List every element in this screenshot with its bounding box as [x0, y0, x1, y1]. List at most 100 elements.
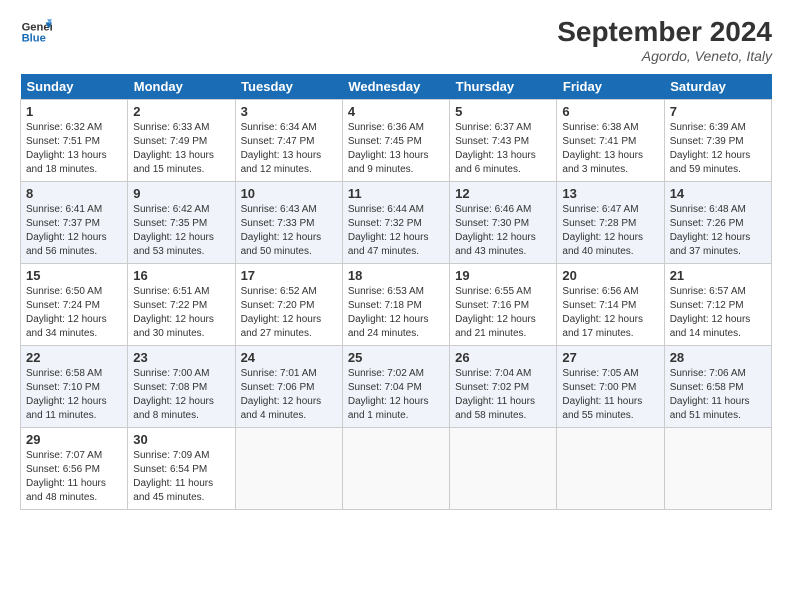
- calendar-cell: 6Sunrise: 6:38 AMSunset: 7:41 PMDaylight…: [557, 100, 664, 182]
- day-info: Sunrise: 7:04 AMSunset: 7:02 PMDaylight:…: [455, 367, 551, 423]
- calendar-cell: 16 Sunrise: 6:51 AMSunset: 7:22 PMDayligh…: [128, 264, 235, 346]
- location-subtitle: Agordo, Veneto, Italy: [557, 48, 772, 64]
- calendar-cell: 4 Sunrise: 6:36 AMSunset: 7:45 PMDaylight…: [342, 100, 449, 182]
- day-number: 23: [133, 350, 229, 365]
- col-tuesday: Tuesday: [235, 74, 342, 100]
- calendar-cell: 8Sunrise: 6:41 AMSunset: 7:37 PMDaylight…: [21, 182, 128, 264]
- calendar-cell: 17Sunrise: 6:52 AMSunset: 7:20 PMDayligh…: [235, 264, 342, 346]
- day-number: 16: [133, 268, 229, 283]
- day-number: 8: [26, 186, 122, 201]
- calendar-cell: [450, 428, 557, 510]
- day-info: Sunrise: 7:05 AMSunset: 7:00 PMDaylight:…: [562, 367, 658, 423]
- calendar-cell: [342, 428, 449, 510]
- calendar-week-4: 22 Sunrise: 6:58 AMSunset: 7:10 PMDayligh…: [21, 346, 772, 428]
- day-number: 17: [241, 268, 337, 283]
- calendar-cell: 25 Sunrise: 7:02 AMSunset: 7:04 PMDayligh…: [342, 346, 449, 428]
- calendar-cell: 18Sunrise: 6:53 AMSunset: 7:18 PMDayligh…: [342, 264, 449, 346]
- col-monday: Monday: [128, 74, 235, 100]
- page-container: General Blue September 2024 Agordo, Vene…: [0, 0, 792, 522]
- calendar-cell: [557, 428, 664, 510]
- calendar-cell: 3 Sunrise: 6:34 AMSunset: 7:47 PMDaylight…: [235, 100, 342, 182]
- day-number: 19: [455, 268, 551, 283]
- day-number: 22: [26, 350, 122, 365]
- calendar-cell: 13 Sunrise: 6:47 AMSunset: 7:28 PMDayligh…: [557, 182, 664, 264]
- day-number: 25: [348, 350, 444, 365]
- header: General Blue September 2024 Agordo, Vene…: [20, 16, 772, 64]
- day-number: 10: [241, 186, 337, 201]
- day-info: Sunrise: 6:43 AMSunset: 7:33 PMDaylight:…: [241, 203, 337, 259]
- logo-icon: General Blue: [20, 16, 52, 48]
- day-info: Sunrise: 7:01 AMSunset: 7:06 PMDaylight:…: [241, 367, 337, 423]
- day-number: 4: [348, 104, 444, 119]
- day-number: 27: [562, 350, 658, 365]
- calendar-cell: 23Sunrise: 7:00 AMSunset: 7:08 PMDayligh…: [128, 346, 235, 428]
- calendar-cell: 11 Sunrise: 6:44 AMSunset: 7:32 PMDayligh…: [342, 182, 449, 264]
- calendar-cell: 15 Sunrise: 6:50 AMSunset: 7:24 PMDayligh…: [21, 264, 128, 346]
- day-number: 6: [562, 104, 658, 119]
- day-info: Sunrise: 6:58 AMSunset: 7:10 PMDaylight:…: [26, 367, 122, 423]
- day-info: Sunrise: 6:51 AMSunset: 7:22 PMDaylight:…: [133, 285, 229, 341]
- calendar-cell: 19 Sunrise: 6:55 AMSunset: 7:16 PMDayligh…: [450, 264, 557, 346]
- calendar-cell: 27 Sunrise: 7:05 AMSunset: 7:00 PMDayligh…: [557, 346, 664, 428]
- month-title: September 2024: [557, 16, 772, 48]
- col-saturday: Saturday: [664, 74, 771, 100]
- calendar-week-1: 1Sunrise: 6:32 AMSunset: 7:51 PMDaylight…: [21, 100, 772, 182]
- day-number: 24: [241, 350, 337, 365]
- day-number: 5: [455, 104, 551, 119]
- day-info: Sunrise: 6:55 AMSunset: 7:16 PMDaylight:…: [455, 285, 551, 341]
- day-info: Sunrise: 6:56 AMSunset: 7:14 PMDaylight:…: [562, 285, 658, 341]
- calendar-cell: 30 Sunrise: 7:09 AMSunset: 6:54 PMDayligh…: [128, 428, 235, 510]
- calendar-week-3: 15 Sunrise: 6:50 AMSunset: 7:24 PMDayligh…: [21, 264, 772, 346]
- day-info: Sunrise: 6:37 AMSunset: 7:43 PMDaylight:…: [455, 121, 551, 177]
- col-sunday: Sunday: [21, 74, 128, 100]
- day-number: 28: [670, 350, 766, 365]
- day-info: Sunrise: 7:06 AMSunset: 6:58 PMDaylight:…: [670, 367, 766, 423]
- day-info: Sunrise: 6:47 AMSunset: 7:28 PMDaylight:…: [562, 203, 658, 259]
- logo: General Blue: [20, 16, 52, 48]
- day-info: Sunrise: 6:34 AMSunset: 7:47 PMDaylight:…: [241, 121, 337, 177]
- col-thursday: Thursday: [450, 74, 557, 100]
- day-number: 15: [26, 268, 122, 283]
- day-number: 7: [670, 104, 766, 119]
- day-info: Sunrise: 7:07 AMSunset: 6:56 PMDaylight:…: [26, 449, 122, 505]
- calendar-cell: 2 Sunrise: 6:33 AMSunset: 7:49 PMDaylight…: [128, 100, 235, 182]
- calendar-cell: 21 Sunrise: 6:57 AMSunset: 7:12 PMDayligh…: [664, 264, 771, 346]
- calendar-cell: 12 Sunrise: 6:46 AMSunset: 7:30 PMDayligh…: [450, 182, 557, 264]
- day-info: Sunrise: 6:33 AMSunset: 7:49 PMDaylight:…: [133, 121, 229, 177]
- day-info: Sunrise: 6:44 AMSunset: 7:32 PMDaylight:…: [348, 203, 444, 259]
- day-number: 13: [562, 186, 658, 201]
- svg-text:Blue: Blue: [22, 33, 46, 45]
- calendar-cell: 14Sunrise: 6:48 AMSunset: 7:26 PMDayligh…: [664, 182, 771, 264]
- calendar-cell: 7 Sunrise: 6:39 AMSunset: 7:39 PMDaylight…: [664, 100, 771, 182]
- day-info: Sunrise: 6:50 AMSunset: 7:24 PMDaylight:…: [26, 285, 122, 341]
- day-number: 3: [241, 104, 337, 119]
- day-info: Sunrise: 7:02 AMSunset: 7:04 PMDaylight:…: [348, 367, 444, 423]
- day-number: 12: [455, 186, 551, 201]
- day-info: Sunrise: 6:42 AMSunset: 7:35 PMDaylight:…: [133, 203, 229, 259]
- day-info: Sunrise: 6:36 AMSunset: 7:45 PMDaylight:…: [348, 121, 444, 177]
- day-number: 21: [670, 268, 766, 283]
- calendar-cell: [235, 428, 342, 510]
- day-number: 9: [133, 186, 229, 201]
- day-info: Sunrise: 6:46 AMSunset: 7:30 PMDaylight:…: [455, 203, 551, 259]
- calendar-cell: 28 Sunrise: 7:06 AMSunset: 6:58 PMDayligh…: [664, 346, 771, 428]
- day-info: Sunrise: 6:32 AMSunset: 7:51 PMDaylight:…: [26, 121, 122, 177]
- col-friday: Friday: [557, 74, 664, 100]
- day-number: 20: [562, 268, 658, 283]
- day-info: Sunrise: 6:39 AMSunset: 7:39 PMDaylight:…: [670, 121, 766, 177]
- day-number: 18: [348, 268, 444, 283]
- day-number: 30: [133, 432, 229, 447]
- day-info: Sunrise: 7:09 AMSunset: 6:54 PMDaylight:…: [133, 449, 229, 505]
- calendar-cell: 26 Sunrise: 7:04 AMSunset: 7:02 PMDayligh…: [450, 346, 557, 428]
- day-info: Sunrise: 6:57 AMSunset: 7:12 PMDaylight:…: [670, 285, 766, 341]
- day-number: 2: [133, 104, 229, 119]
- day-number: 26: [455, 350, 551, 365]
- day-number: 14: [670, 186, 766, 201]
- day-number: 29: [26, 432, 122, 447]
- calendar-week-2: 8Sunrise: 6:41 AMSunset: 7:37 PMDaylight…: [21, 182, 772, 264]
- title-area: September 2024 Agordo, Veneto, Italy: [557, 16, 772, 64]
- calendar-cell: 24 Sunrise: 7:01 AMSunset: 7:06 PMDayligh…: [235, 346, 342, 428]
- calendar-week-5: 29 Sunrise: 7:07 AMSunset: 6:56 PMDayligh…: [21, 428, 772, 510]
- day-number: 11: [348, 186, 444, 201]
- calendar-table: Sunday Monday Tuesday Wednesday Thursday…: [20, 74, 772, 510]
